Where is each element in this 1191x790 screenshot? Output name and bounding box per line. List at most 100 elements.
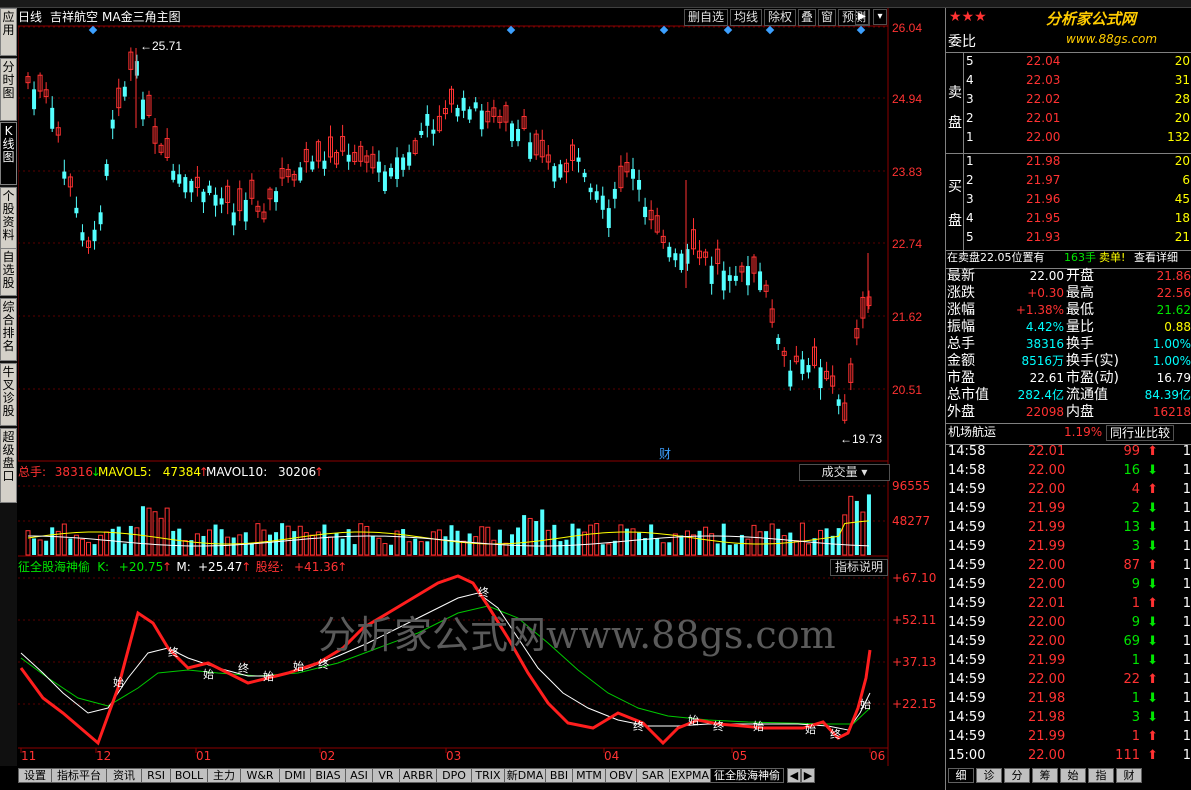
- left-tab-0[interactable]: 应用: [0, 8, 17, 56]
- event-diamond-icon[interactable]: [88, 25, 98, 35]
- indicator-tab-14[interactable]: 新DMA: [504, 768, 546, 783]
- indicator-tab-7[interactable]: DMI: [279, 768, 311, 783]
- bid-row[interactable]: 2 21.97 6: [946, 173, 1191, 190]
- arrow-down-icon: ⬇: [1147, 653, 1158, 668]
- candle-body-down: [104, 164, 109, 176]
- indicator-help-button[interactable]: 指标说明: [830, 559, 888, 576]
- left-tab-2[interactable]: K线图: [0, 122, 17, 185]
- left-tab-4[interactable]: 自选股: [0, 248, 17, 296]
- indicator-tab-11[interactable]: ARBR: [399, 768, 437, 783]
- quote-tab-4[interactable]: 始: [1060, 768, 1086, 783]
- bid-volume: 6: [1182, 173, 1190, 187]
- candle-body-down: [776, 337, 781, 345]
- toolbar-button-4[interactable]: 窗: [818, 9, 836, 26]
- quote-label: 涨跌: [947, 285, 975, 301]
- volume-bar: [612, 540, 617, 555]
- ask-price: 22.01: [1026, 111, 1061, 125]
- tick-price: 22.00: [1028, 482, 1066, 497]
- arrow-up-icon: ⬆: [1147, 729, 1158, 744]
- indicator-tab-1[interactable]: 指标平台: [51, 768, 107, 783]
- volume-bar: [334, 533, 339, 555]
- end-mark: 终: [713, 719, 724, 733]
- toolbar-button-2[interactable]: 除权: [764, 9, 796, 26]
- bid-row[interactable]: 5 21.93 21: [946, 230, 1191, 247]
- quote-tab-2[interactable]: 分: [1004, 768, 1030, 783]
- indicator-tab-13[interactable]: TRIX: [471, 768, 505, 783]
- quote-tab-6[interactable]: 财: [1116, 768, 1142, 783]
- arrow-icon[interactable]: ▶: [855, 9, 869, 25]
- toolbar-button-0[interactable]: 删自选: [684, 9, 728, 26]
- candle-body-down: [721, 270, 726, 291]
- quote-tab-3[interactable]: 筹: [1032, 768, 1058, 783]
- ask-row[interactable]: 1 22.00 132: [946, 130, 1191, 147]
- volume-bar: [618, 524, 624, 556]
- indicator-label-4: M:: [176, 560, 191, 574]
- tick-time: 14:59: [948, 577, 986, 592]
- event-diamond-icon[interactable]: [659, 25, 669, 35]
- quote-tab-1[interactable]: 诊: [976, 768, 1002, 783]
- candle-body-down: [612, 188, 617, 199]
- volume-bar: [655, 538, 660, 555]
- financial-marker[interactable]: 财: [659, 447, 671, 461]
- volume-dropdown[interactable]: 成交量 ▾: [799, 464, 890, 481]
- tick-volume: 9: [1131, 577, 1140, 592]
- indicator-tab-6[interactable]: W&R: [240, 768, 280, 783]
- indicator-tab-3[interactable]: RSI: [141, 768, 171, 783]
- volume-bar: [684, 530, 690, 556]
- volume-bar: [358, 523, 364, 556]
- tick-price: 22.00: [1028, 463, 1066, 478]
- event-diamond-icon[interactable]: [723, 25, 733, 35]
- quote-row: 振幅 4.42% 量比 0.88: [946, 320, 1191, 337]
- tick-volume: 3: [1131, 710, 1140, 725]
- event-diamond-icon[interactable]: [765, 25, 775, 35]
- candle-body-down: [213, 194, 218, 206]
- indicator-tab-15[interactable]: BBI: [545, 768, 573, 783]
- indicator-tab-17[interactable]: OBV: [605, 768, 637, 783]
- indicator-tab-0[interactable]: 设置: [18, 768, 52, 783]
- quote-label: 最新: [947, 268, 975, 284]
- volume-bar: [219, 529, 224, 555]
- toolbar-button-3[interactable]: 叠: [798, 9, 816, 26]
- left-tab-1[interactable]: 分时图: [0, 58, 17, 121]
- volume-bar: [249, 543, 254, 555]
- left-tab-5[interactable]: 综合排名: [0, 298, 17, 361]
- indicator-tab-10[interactable]: VR: [372, 768, 400, 783]
- indicator-tab-19[interactable]: EXPMA: [669, 768, 711, 783]
- x-axis-label: 11: [21, 749, 36, 763]
- tick-row: 14:59 22.00 22 ⬆ 1: [946, 673, 1191, 690]
- quote-tab-5[interactable]: 指: [1088, 768, 1114, 783]
- arrow-down-icon: ⬇: [1147, 463, 1158, 478]
- chart-area[interactable]: 26.04 24.94 23.83 22.74 21.62 20.51 ←25.71 ←19.…: [18, 8, 945, 766]
- ask-row[interactable]: 4 22.03 31: [946, 73, 1191, 90]
- indicator-tab-20[interactable]: 征全股海神偷: [710, 768, 784, 783]
- candle-body-down: [745, 266, 750, 286]
- indicator-tab-16[interactable]: MTM: [572, 768, 606, 783]
- indicator-tab-8[interactable]: BIAS: [310, 768, 346, 783]
- tab-scroll-right-icon[interactable]: ▶: [801, 768, 815, 783]
- indicator-tab-2[interactable]: 资讯: [106, 768, 142, 783]
- ask-row[interactable]: 3 22.02 28: [946, 92, 1191, 109]
- left-tab-6[interactable]: 牛叉诊股: [0, 363, 17, 426]
- candle-body-down: [407, 152, 412, 166]
- dropdown-icon[interactable]: ▾: [873, 9, 887, 25]
- sector-row[interactable]: 机场航运 1.19% 同行业比较: [946, 425, 1191, 442]
- volume-bar: [50, 527, 55, 555]
- quote-tab-0[interactable]: 细: [948, 768, 974, 783]
- indicator-tab-9[interactable]: ASI: [345, 768, 373, 783]
- status-detail-link[interactable]: 查看详细: [1134, 251, 1178, 265]
- bid-row[interactable]: 1 21.98 20: [946, 154, 1191, 171]
- indicator-tab-4[interactable]: BOLL: [170, 768, 208, 783]
- indicator-tab-18[interactable]: SAR: [636, 768, 670, 783]
- indicator-tab-5[interactable]: 主力: [207, 768, 241, 783]
- left-tab-7[interactable]: 超级盘口: [0, 428, 17, 503]
- ask-row[interactable]: 2 22.01 20: [946, 111, 1191, 128]
- tick-volume: 87: [1123, 558, 1140, 573]
- tab-scroll-left-icon[interactable]: ◀: [787, 768, 801, 783]
- ask-row[interactable]: 5 22.04 20: [946, 54, 1191, 71]
- indicator-tab-12[interactable]: DPO: [436, 768, 472, 783]
- bid-row[interactable]: 4 21.95 18: [946, 211, 1191, 228]
- sector-compare-button[interactable]: 同行业比较: [1106, 425, 1175, 441]
- start-mark: 始: [113, 675, 124, 689]
- bid-row[interactable]: 3 21.96 45: [946, 192, 1191, 209]
- toolbar-button-1[interactable]: 均线: [730, 9, 762, 26]
